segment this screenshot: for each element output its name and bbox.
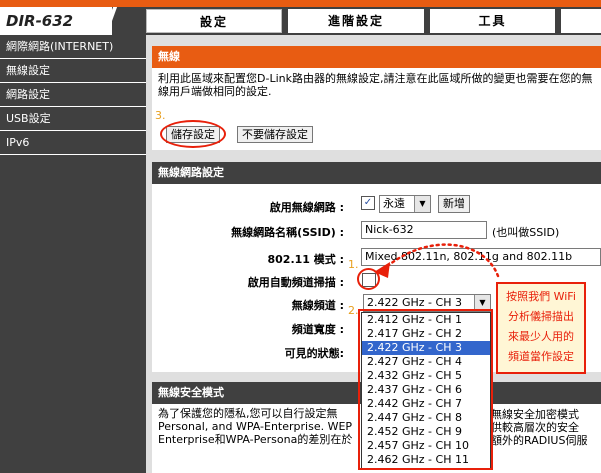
top-accent-bar <box>0 0 601 7</box>
security-line-1b: 種無線安全加密模式 <box>480 408 579 421</box>
add-schedule-button[interactable]: 新增 <box>438 195 470 213</box>
sidebar-item-internet[interactable]: 網際網路(INTERNET) <box>0 35 146 59</box>
channel-width-label: 頻道寬度 : <box>291 323 344 336</box>
callout-line: 按照我們 WiFi <box>506 290 576 303</box>
callout-line: 來最少人用的 <box>508 330 574 343</box>
save-highlight-circle <box>160 120 226 148</box>
security-line-2b: 提供較高層次的安全 <box>480 421 579 434</box>
autoscan-label: 啟用自動頻道掃描 : <box>247 276 344 289</box>
security-text-right: 種無線安全加密模式 提供較高層次的安全 過額外的RADIUS伺服 <box>480 408 587 447</box>
tab-advanced[interactable]: 進階設定 <box>288 9 424 33</box>
ssid-label: 無線網路名稱(SSID) : <box>231 226 344 239</box>
visibility-label: 可見的狀態: <box>284 347 344 360</box>
wireless-panel-title: 無線 <box>152 46 601 68</box>
ssid-hint: (也叫做SSID) <box>492 226 560 239</box>
tab-tools[interactable]: 工具 <box>430 9 555 33</box>
sidebar-item-ipv6[interactable]: IPv6 <box>0 131 146 155</box>
enable-wireless-checkbox[interactable]: ✓ <box>361 196 375 210</box>
channel-value: 2.422 GHz - CH 3 <box>367 296 462 309</box>
wireless-description: 利用此區域來配置您D-Link路由器的無線設定,請注意在此區域所做的變更也需要在… <box>158 72 593 98</box>
security-line-3b: 過額外的RADIUS伺服 <box>480 434 588 447</box>
schedule-value: 永遠 <box>383 197 405 210</box>
step-2-marker: 2. <box>348 304 359 317</box>
channel-list-highlight-box <box>358 309 493 470</box>
annotation-callout: 按照我們 WiFi 分析儀掃描出 來最少人用的 頻道當作設定 <box>496 282 586 374</box>
sidebar-item-network[interactable]: 網路設定 <box>0 83 146 107</box>
mode-label: 802.11 模式 : <box>267 253 344 266</box>
chevron-down-icon: ▼ <box>414 196 430 212</box>
annotation-arrow <box>374 243 500 278</box>
callout-line: 分析儀掃描出 <box>508 310 574 323</box>
channel-label: 無線頻道 : <box>291 299 344 312</box>
sidebar-item-usb[interactable]: USB設定 <box>0 107 146 131</box>
callout-line: 頻道當作設定 <box>508 350 574 363</box>
step-1-marker: 1. <box>348 258 359 271</box>
dont-save-button[interactable]: 不要儲存設定 <box>237 126 313 143</box>
sidebar-item-wireless[interactable]: 無線設定 <box>0 59 146 83</box>
wireless-network-title: 無線網路設定 <box>152 162 601 184</box>
enable-wireless-label: 啟用無線網路 : <box>269 201 344 214</box>
tab-status[interactable] <box>561 9 601 33</box>
tab-setup[interactable]: 設定 <box>146 9 282 33</box>
sidebar: 網際網路(INTERNET) 無線設定 網路設定 USB設定 IPv6 <box>0 35 146 473</box>
step-3-marker: 3. <box>155 109 166 122</box>
schedule-select[interactable]: 永遠 ▼ <box>379 195 431 213</box>
